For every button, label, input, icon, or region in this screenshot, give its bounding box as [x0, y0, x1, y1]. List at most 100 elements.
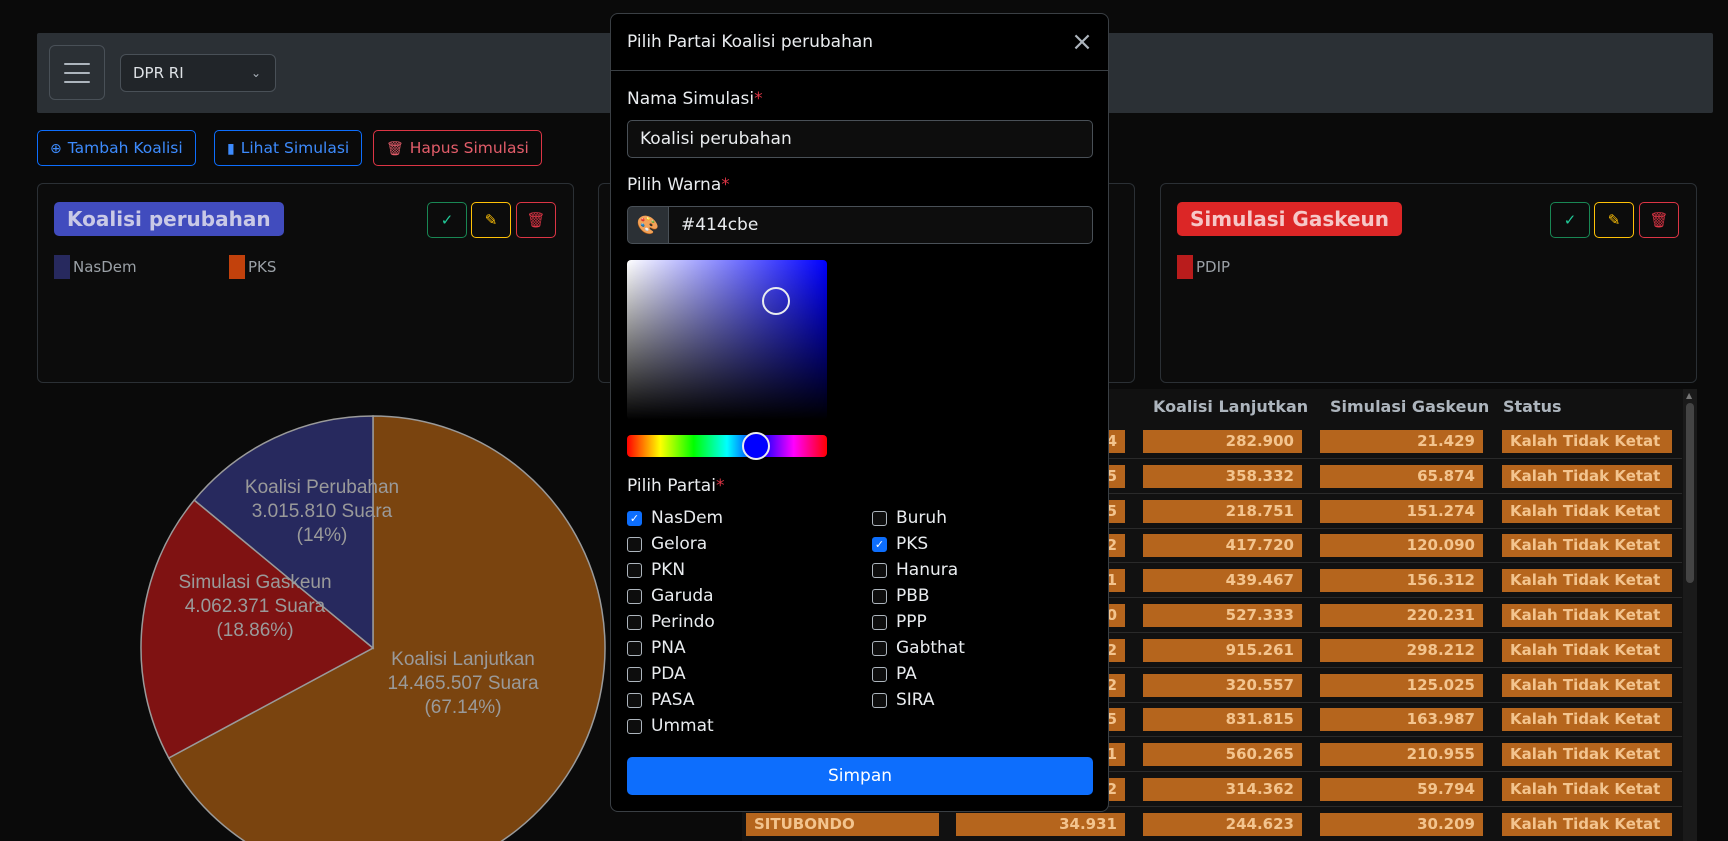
- trash-icon: 🗑: [386, 141, 404, 157]
- party-checkbox-ummat[interactable]: Ummat: [627, 716, 714, 736]
- party-checkbox-pasa[interactable]: PASA: [627, 690, 695, 710]
- party-checkbox-pda[interactable]: PDA: [627, 664, 686, 684]
- party-chip: PKS: [229, 255, 276, 279]
- close-icon: ×: [1071, 27, 1093, 57]
- view-simulation-button[interactable]: ▮ Lihat Simulasi: [214, 130, 363, 166]
- checkbox[interactable]: [627, 562, 642, 578]
- edit-button[interactable]: ✎: [471, 202, 511, 238]
- saturation-handle[interactable]: [762, 287, 790, 315]
- party-chip: NasDem: [54, 255, 137, 279]
- delete-simulation-label: Hapus Simulasi: [409, 139, 529, 157]
- party-name: PDA: [651, 664, 686, 684]
- party-checkbox-buruh[interactable]: Buruh: [872, 508, 947, 528]
- party-checkbox-hanura[interactable]: Hanura: [872, 560, 958, 580]
- party-checkbox-pkn[interactable]: PKN: [627, 560, 685, 580]
- checkbox[interactable]: [872, 692, 887, 708]
- party-checkbox-garuda[interactable]: Garuda: [627, 586, 714, 606]
- checkbox[interactable]: [872, 510, 887, 526]
- party-checkbox-sira[interactable]: SIRA: [872, 690, 935, 710]
- checkbox[interactable]: [872, 588, 887, 604]
- checkbox[interactable]: ✓: [872, 536, 887, 552]
- table-cell: 298.212: [1320, 638, 1483, 662]
- party-checkbox-pa[interactable]: PA: [872, 664, 917, 684]
- party-name: PBB: [896, 586, 930, 606]
- color-hex-input[interactable]: #414cbe: [668, 206, 1093, 244]
- table-cell: Kalah Tidak Ketat: [1502, 464, 1672, 488]
- checkbox[interactable]: [872, 614, 887, 630]
- table-cell: 314.362: [1143, 778, 1302, 801]
- pie-data-label: 4.062.371 Suara: [185, 596, 326, 617]
- table-cell: Kalah Tidak Ketat: [1502, 743, 1672, 767]
- menu-toggle-button[interactable]: [49, 45, 105, 100]
- checkbox[interactable]: ✓: [627, 510, 642, 526]
- table-scrollbar[interactable]: ▲: [1683, 389, 1697, 841]
- party-label: Pilih Partai*: [627, 476, 725, 496]
- table-cell: 915.261: [1143, 638, 1302, 662]
- delete-simulation-button[interactable]: 🗑 Hapus Simulasi: [373, 130, 542, 166]
- party-checkbox-nasdem[interactable]: ✓ NasDem: [627, 508, 723, 528]
- scrollbar-thumb[interactable]: [1686, 403, 1694, 583]
- close-button[interactable]: ×: [1068, 28, 1096, 56]
- table-cell: 282.900: [1143, 430, 1302, 453]
- table-cell: Kalah Tidak Ketat: [1502, 673, 1672, 697]
- add-coalition-button[interactable]: ⊕ Tambah Koalisi: [37, 130, 196, 166]
- hue-handle[interactable]: [742, 432, 770, 460]
- party-checkbox-gelora[interactable]: Gelora: [627, 534, 707, 554]
- table-cell: 244.623: [1143, 812, 1302, 836]
- party-checkbox-gabthat[interactable]: Gabthat: [872, 638, 965, 658]
- color-label: Pilih Warna*: [627, 175, 730, 195]
- checkbox[interactable]: [627, 640, 642, 656]
- party-name: PKS: [896, 534, 929, 554]
- pie-data-label: 3.015.810 Suara: [252, 501, 393, 522]
- party-name: PASA: [651, 690, 695, 710]
- color-input-group: 🎨 #414cbe: [627, 206, 1093, 244]
- simulation-name-input[interactable]: Koalisi perubahan: [627, 120, 1093, 158]
- party-checkbox-ppp[interactable]: PPP: [872, 612, 927, 632]
- chamber-select[interactable]: DPR RI ⌄: [120, 54, 276, 92]
- checkbox[interactable]: [872, 640, 887, 656]
- party-name: Hanura: [896, 560, 959, 580]
- table-cell: 210.955: [1320, 743, 1483, 767]
- checkbox[interactable]: [872, 562, 887, 578]
- table-cell: Kalah Tidak Ketat: [1502, 778, 1672, 801]
- checkbox[interactable]: [627, 536, 642, 552]
- save-button[interactable]: Simpan: [627, 757, 1093, 795]
- hue-slider[interactable]: [627, 432, 827, 460]
- table-cell: 220.231: [1320, 604, 1483, 627]
- party-checkbox-pks[interactable]: ✓ PKS: [872, 534, 928, 554]
- add-coalition-label: Tambah Koalisi: [67, 139, 183, 157]
- trash-icon: 🗑: [1649, 211, 1669, 229]
- party-checkbox-perindo[interactable]: Perindo: [627, 612, 715, 632]
- chamber-select-value: DPR RI: [133, 64, 184, 82]
- table-cell: 30.209: [1320, 812, 1483, 836]
- confirm-button[interactable]: ✓: [1550, 202, 1590, 238]
- party-checkbox-pbb[interactable]: PBB: [872, 586, 930, 606]
- party-name: SIRA: [896, 690, 935, 710]
- table-cell: 156.312: [1320, 569, 1483, 593]
- edit-button[interactable]: ✎: [1594, 202, 1634, 238]
- pie-data-label: Koalisi Lanjutkan: [391, 649, 535, 670]
- page: DPR RI ⌄ ⊕ Tambah Koalisi ▮ Lihat Simulasi…: [0, 0, 1728, 841]
- delete-button[interactable]: 🗑: [1639, 202, 1679, 238]
- table-cell: 831.815: [1143, 708, 1302, 732]
- delete-button[interactable]: 🗑: [516, 202, 556, 238]
- table-cell: 151.274: [1320, 499, 1483, 523]
- checkbox[interactable]: [627, 588, 642, 604]
- modal-title: Pilih Partai Koalisi perubahan: [627, 32, 874, 52]
- coalition-pie-chart: Koalisi Perubahan 3.015.810 Suara (14%) Sim…: [140, 415, 606, 841]
- pie-data-label: Koalisi Perubahan: [245, 477, 399, 498]
- checkbox[interactable]: [627, 692, 642, 708]
- party-name: Ummat: [651, 716, 714, 736]
- check-icon: ✓: [1563, 211, 1577, 229]
- checkbox[interactable]: [627, 718, 642, 734]
- party-checkbox-pna[interactable]: PNA: [627, 638, 686, 658]
- table-cell: Kalah Tidak Ketat: [1502, 604, 1672, 627]
- table-cell: 163.987: [1320, 708, 1483, 732]
- checkbox[interactable]: [872, 666, 887, 682]
- checkbox[interactable]: [627, 666, 642, 682]
- color-saturation-picker[interactable]: [627, 260, 827, 420]
- confirm-button[interactable]: ✓: [427, 202, 467, 238]
- table-cell: 527.333: [1143, 604, 1302, 627]
- checkbox[interactable]: [627, 614, 642, 630]
- modal-header: Pilih Partai Koalisi perubahan: [611, 14, 1108, 71]
